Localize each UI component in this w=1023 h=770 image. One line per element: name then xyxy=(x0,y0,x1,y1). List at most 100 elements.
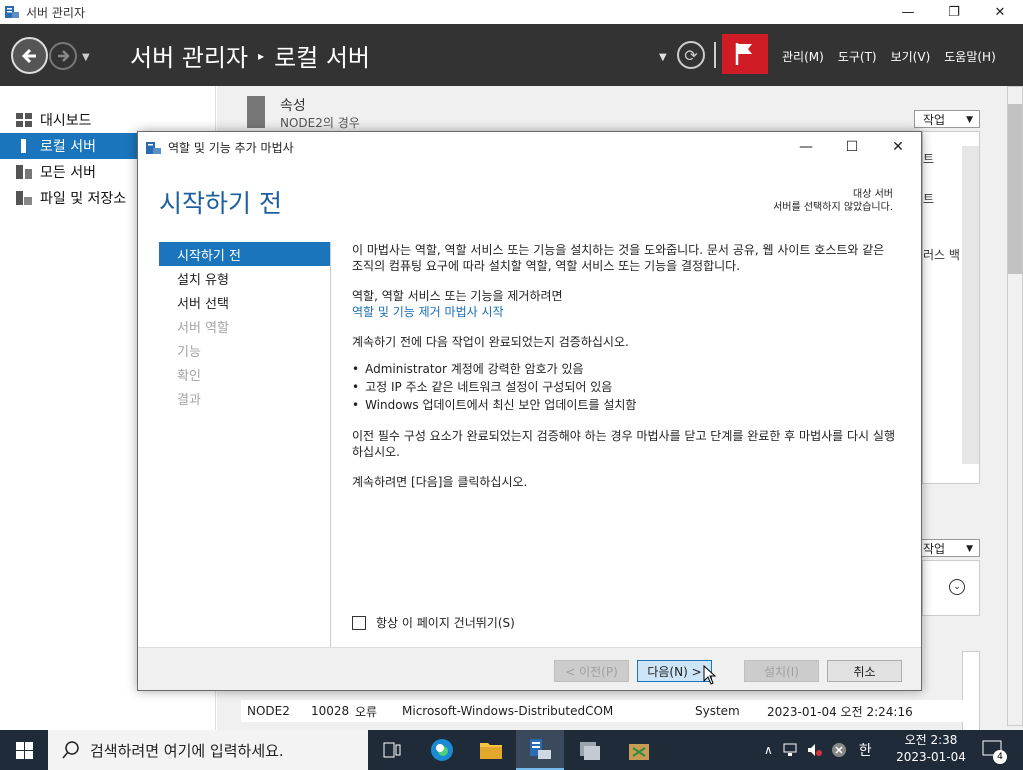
window-titlebar: 서버 관리자 — ❐ ✕ xyxy=(0,0,1023,24)
task-view-button[interactable] xyxy=(368,730,416,770)
breadcrumb-root[interactable]: 서버 관리자 xyxy=(130,38,248,73)
task-view-icon xyxy=(383,742,401,758)
local-server-icon xyxy=(21,139,26,153)
step-results: 결과 xyxy=(177,392,201,408)
tasks-label: 작업 xyxy=(923,541,946,556)
table-row[interactable]: NODE2 10028 오류 Microsoft-Windows-Distrib… xyxy=(241,700,977,722)
dialog-titlebar[interactable]: 역할 및 기능 추가 마법사 — ☐ ✕ xyxy=(138,132,921,162)
tray-overflow-icon[interactable]: ∧ xyxy=(764,743,773,757)
notifications-flag-icon[interactable] xyxy=(722,34,768,74)
notification-center-button[interactable]: 4 xyxy=(981,738,1007,764)
edge-icon xyxy=(431,739,453,761)
window-title: 서버 관리자 xyxy=(26,5,86,20)
list-item: Windows 업데이트에서 최신 보안 업데이트를 설치함 xyxy=(352,396,898,414)
skip-page-option[interactable]: 항상 이 페이지 건너뛰기(S) xyxy=(352,614,515,631)
chevron-down-icon: ▼ xyxy=(966,115,973,125)
server-manager-icon xyxy=(5,6,19,18)
arrow-left-icon xyxy=(21,48,36,63)
clock-date: 2023-01-04 xyxy=(896,750,966,764)
folder-icon xyxy=(480,743,502,759)
remove-text: 역할, 역할 서비스 또는 기능을 제거하려면 xyxy=(352,289,563,303)
event-log: System xyxy=(695,704,740,718)
edge-browser-button[interactable] xyxy=(418,730,466,770)
step-server-selection[interactable]: 서버 선택 xyxy=(159,290,330,314)
partial-text: 트 xyxy=(923,192,935,206)
next-button[interactable]: 다음(N) > xyxy=(637,660,712,682)
wizard-heading: 시작하기 전 xyxy=(159,189,282,218)
file-explorer-button[interactable] xyxy=(467,730,515,770)
partial-text: 러스 백 xyxy=(923,248,960,262)
mouse-cursor-icon xyxy=(703,665,717,685)
verify-text: 계속하기 전에 다음 작업이 완료되었는지 검증하십시오. xyxy=(352,335,629,349)
volume-muted-icon[interactable] xyxy=(807,743,823,757)
dialog-maximize-button[interactable]: ☐ xyxy=(829,132,875,162)
history-dropdown-icon[interactable]: ▼ xyxy=(82,52,90,63)
destination-label: 대상 서버 xyxy=(853,189,893,200)
menu-view[interactable]: 보기(V) xyxy=(891,48,931,65)
menu-bar: 관리(M) 도구(T) 보기(V) 도움말(H) xyxy=(782,48,1010,65)
wizard-icon xyxy=(146,142,161,154)
skip-page-label: 항상 이 페이지 건너뛰기(S) xyxy=(376,616,515,630)
dialog-body: 시작하기 전 대상 서버 서버를 선택하지 않았습니다. 시작하기 전 설치 유… xyxy=(138,162,921,658)
remove-wizard-link[interactable]: 역할 및 기능 제거 마법사 시작 xyxy=(352,305,504,319)
events-tasks-dropdown[interactable]: 작업 ▼ xyxy=(914,539,980,557)
skip-page-checkbox[interactable] xyxy=(352,615,366,630)
menu-tools[interactable]: 도구(T) xyxy=(838,48,877,65)
server-tool-taskbar-button[interactable] xyxy=(566,730,614,770)
expand-icon[interactable]: ⌄ xyxy=(949,579,965,595)
continue-text: 계속하려면 [다음]을 클릭하십시오. xyxy=(352,475,528,489)
system-tray: ∧ 한 xyxy=(764,730,872,770)
file-storage-icon xyxy=(16,191,32,205)
all-servers-icon xyxy=(16,165,32,179)
network-icon[interactable] xyxy=(783,743,799,757)
sidebar-item-label: 파일 및 저장소 xyxy=(40,191,127,207)
menu-manage[interactable]: 관리(M) xyxy=(782,48,824,65)
install-button[interactable]: 설치(I) xyxy=(744,660,819,682)
chevron-down-icon: ▼ xyxy=(966,544,973,554)
properties-scrollbar[interactable] xyxy=(962,146,979,464)
status-error-icon[interactable] xyxy=(831,742,847,758)
sidebar-item-label: 대시보드 xyxy=(40,113,92,129)
app-header: ▼ 서버 관리자 ▸ 로컬 서버 ▼ ⟳ 관리(M) 도구(T) 보기(V) 도… xyxy=(0,24,1023,86)
step-confirmation: 확인 xyxy=(177,368,201,384)
header-divider xyxy=(714,42,716,68)
event-server: NODE2 xyxy=(247,704,290,718)
sidebar-item-dashboard[interactable]: 대시보드 xyxy=(0,107,215,133)
search-placeholder: 검색하려면 여기에 입력하세요. xyxy=(90,741,284,760)
step-installation-type[interactable]: 설치 유형 xyxy=(159,266,330,290)
partial-text: 트 xyxy=(923,152,935,166)
destination-server: 대상 서버 서버를 선택하지 않았습니다. xyxy=(773,188,893,214)
restore-button[interactable]: ❐ xyxy=(931,0,977,24)
minimize-button[interactable]: — xyxy=(885,0,931,24)
dialog-minimize-button[interactable]: — xyxy=(783,132,829,162)
previous-button[interactable]: < 이전(P) xyxy=(554,660,629,682)
server-manager-taskbar-button[interactable] xyxy=(516,730,564,770)
taskbar-search[interactable]: 검색하려면 여기에 입력하세요. xyxy=(48,730,368,770)
step-before-you-begin[interactable]: 시작하기 전 xyxy=(159,242,330,266)
breadcrumb: 서버 관리자 ▸ 로컬 서버 xyxy=(130,38,370,73)
start-button[interactable] xyxy=(0,730,48,770)
intro-text: 이 마법사는 역할, 역할 서비스 또는 기능을 설치하는 것을 도와줍니다. … xyxy=(352,243,885,273)
menu-help[interactable]: 도움말(H) xyxy=(944,48,996,65)
dialog-close-button[interactable]: ✕ xyxy=(875,132,921,162)
taskbar-clock[interactable]: 오전 2:38 2023-01-04 xyxy=(893,732,969,766)
refresh-icon[interactable]: ⟳ xyxy=(677,41,705,69)
back-button[interactable] xyxy=(11,37,48,74)
forward-button[interactable] xyxy=(49,42,77,70)
taskbar: 검색하려면 여기에 입력하세요. ∧ 한 오전 2:38 2023-01-04 … xyxy=(0,730,1023,770)
destination-value: 서버를 선택하지 않았습니다. xyxy=(773,202,893,213)
list-item: 고정 IP 주소 같은 네트워크 설정이 구성되어 있음 xyxy=(352,378,898,396)
breadcrumb-separator-icon: ▸ xyxy=(258,48,265,63)
ime-indicator[interactable]: 한 xyxy=(859,740,872,760)
archive-tool-taskbar-button[interactable] xyxy=(615,730,663,770)
cancel-button[interactable]: 취소 xyxy=(827,660,902,682)
main-scrollbar-thumb[interactable] xyxy=(1008,104,1022,274)
prerequisite-list: Administrator 계정에 강력한 암호가 있음 고정 IP 주소 같은… xyxy=(352,360,898,414)
tasks-dropdown[interactable]: 작업 ▼ xyxy=(914,110,980,128)
step-features: 기능 xyxy=(177,344,201,360)
close-button[interactable]: ✕ xyxy=(977,0,1023,24)
list-item: Administrator 계정에 강력한 암호가 있음 xyxy=(352,360,898,378)
header-dropdown-icon[interactable]: ▼ xyxy=(659,52,667,63)
event-datetime: 2023-01-04 오전 2:24:16 xyxy=(767,704,913,719)
server-tool-icon xyxy=(580,742,600,760)
